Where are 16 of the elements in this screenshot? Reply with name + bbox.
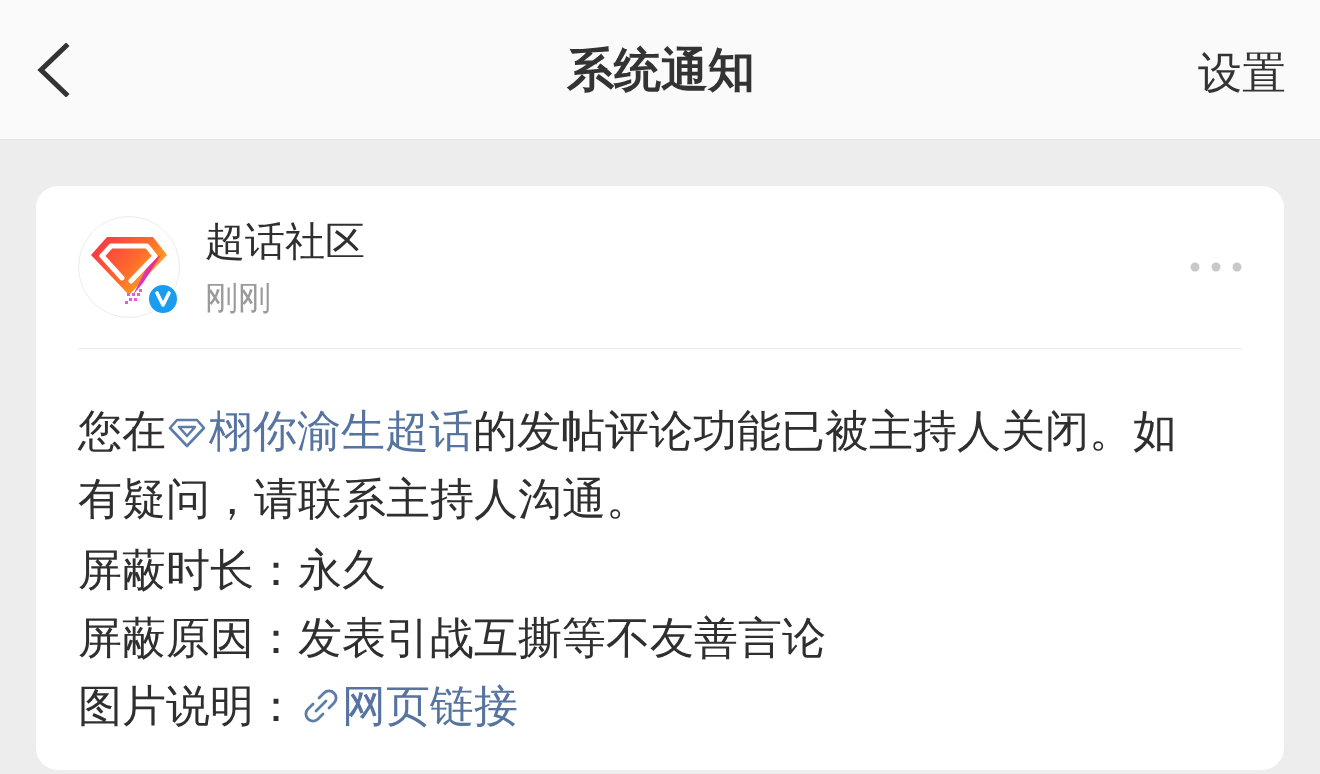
settings-button[interactable]: 设置 (1198, 44, 1286, 101)
link-icon (304, 689, 338, 723)
field-value: 发表引战互撕等不友善言论 (298, 610, 826, 665)
diamond-icon (168, 418, 206, 448)
field-label: 屏蔽原因： (78, 610, 298, 665)
notification-message: 您在 栩你渝生超话的发帖评论功能已被主持人关闭。如有疑问，请联系主持人沟通。 (78, 404, 1178, 526)
chevron-left-icon (36, 42, 70, 97)
field-value: 永久 (298, 542, 386, 597)
sender-name: 超话社区 (205, 217, 365, 266)
field-label: 图片说明： (78, 678, 298, 733)
web-link[interactable]: 网页链接 (304, 676, 518, 736)
topic-link[interactable]: 栩你渝生超话 (166, 405, 473, 456)
field-label: 屏蔽时长： (78, 542, 298, 597)
back-button[interactable] (36, 42, 70, 97)
post-time: 刚刚 (205, 277, 272, 319)
page-title: 系统通知 (567, 40, 755, 99)
